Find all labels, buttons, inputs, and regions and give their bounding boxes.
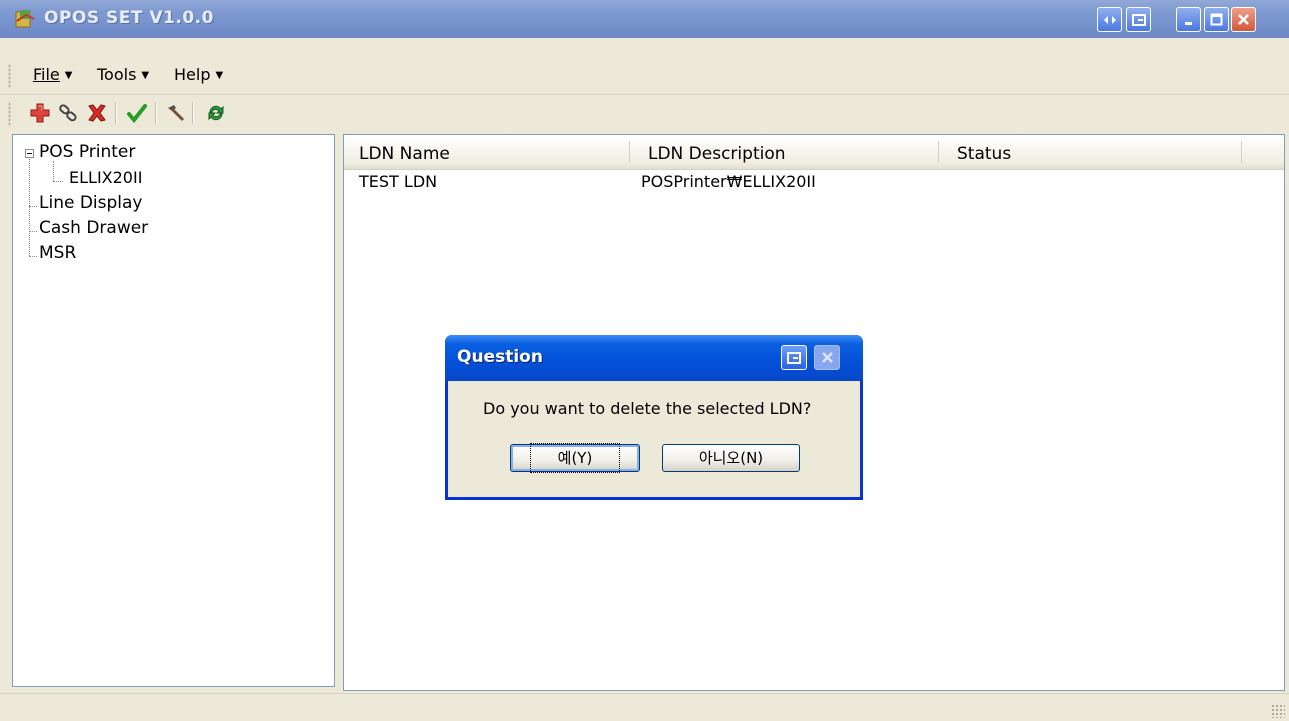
tree-connector [53, 161, 54, 181]
no-button[interactable]: 아니오(N) [662, 444, 800, 472]
dialog-help-button[interactable] [781, 345, 807, 370]
tree-connector [29, 231, 37, 232]
close-button[interactable] [1231, 7, 1256, 32]
window-help-icon [1131, 13, 1146, 26]
link-button[interactable] [55, 100, 81, 126]
tree-connector [29, 206, 37, 207]
chevron-down-icon: ▼ [215, 70, 224, 81]
tree-item-pos-printer[interactable]: POS Printer [39, 142, 135, 162]
toolbar-gripper[interactable] [8, 102, 11, 126]
column-header-status[interactable]: Status [957, 135, 1011, 169]
no-button-label: 아니오(N) [698, 449, 764, 467]
delete-icon [88, 104, 106, 122]
yes-button[interactable]: 예(Y) [510, 443, 640, 473]
cell-ldn-name: TEST LDN [359, 172, 438, 191]
dialog-close-button[interactable] [814, 345, 840, 370]
resize-arrows-button[interactable] [1097, 7, 1122, 32]
refresh-button[interactable] [203, 100, 229, 126]
maximize-icon [1210, 13, 1223, 26]
tree-item-cash-drawer[interactable]: Cash Drawer [39, 218, 148, 238]
link-icon [59, 104, 77, 122]
resize-arrows-icon [1103, 15, 1116, 24]
toolbar-separator [155, 102, 157, 124]
menu-file[interactable]: File ▼ [33, 65, 72, 84]
window-help-icon [787, 351, 801, 364]
menu-tools[interactable]: Tools ▼ [97, 65, 149, 84]
tree-connector [29, 256, 37, 257]
title-bar[interactable]: OPOS SET V1.0.0 [0, 0, 1289, 38]
help-window-button[interactable] [1126, 7, 1151, 32]
apply-button[interactable] [124, 100, 150, 126]
window-title: OPOS SET V1.0.0 [44, 8, 214, 28]
main-window: OPOS SET V1.0.0 File ▼ Tools ▼ Help ▼ PO… [0, 0, 1289, 720]
close-icon [1238, 14, 1249, 25]
column-header-ldn-name[interactable]: LDN Name [359, 135, 450, 169]
yes-button-label: 예(Y) [529, 443, 621, 473]
question-dialog: Question Do you want to delete the selec… [445, 335, 863, 500]
toolbar-separator [192, 102, 194, 124]
menu-tools-label: Tools [97, 65, 137, 84]
column-header-ldn-description[interactable]: LDN Description [648, 135, 786, 169]
tree-connector [53, 181, 63, 182]
status-bar [0, 693, 1289, 721]
chevron-down-icon: ▼ [64, 70, 73, 81]
column-divider[interactable] [629, 141, 630, 163]
tree-item-ellix20ii[interactable]: ELLIX20II [69, 168, 142, 187]
menubar-gripper[interactable] [8, 64, 11, 88]
add-button[interactable] [27, 100, 53, 126]
list-header: LDN Name LDN Description Status [344, 135, 1284, 170]
collapse-icon[interactable] [25, 149, 34, 158]
close-icon [821, 352, 833, 363]
dialog-message: Do you want to delete the selected LDN? [483, 399, 812, 418]
tree-item-line-display[interactable]: Line Display [39, 193, 143, 213]
app-icon [14, 9, 36, 29]
delete-button[interactable] [84, 100, 110, 126]
menu-file-label: File [33, 65, 60, 84]
tree-item-msr[interactable]: MSR [39, 243, 76, 263]
chevron-down-icon: ▼ [141, 70, 150, 81]
menu-help[interactable]: Help ▼ [174, 65, 223, 84]
toolbar [0, 96, 1289, 130]
settings-button[interactable] [162, 100, 188, 126]
column-divider[interactable] [938, 141, 939, 163]
resize-grip-icon[interactable] [1271, 704, 1285, 718]
column-divider[interactable] [1241, 141, 1242, 163]
check-icon [127, 104, 147, 124]
device-tree[interactable]: POS Printer ELLIX20II Line Display Cash … [12, 134, 335, 687]
add-icon [30, 103, 50, 123]
dialog-title: Question [457, 347, 543, 367]
refresh-icon [208, 105, 224, 121]
cell-ldn-description: POSPrinter₩ELLIX20II [641, 172, 816, 191]
dialog-title-bar[interactable]: Question [445, 335, 863, 381]
hammer-icon [168, 105, 185, 122]
minimize-button[interactable] [1176, 7, 1201, 32]
tree-connector [29, 159, 30, 256]
menu-help-label: Help [174, 65, 211, 84]
menu-bar: File ▼ Tools ▼ Help ▼ [0, 58, 1289, 95]
toolbar-separator [115, 102, 117, 124]
minimize-icon [1184, 21, 1192, 25]
maximize-button[interactable] [1204, 7, 1229, 32]
